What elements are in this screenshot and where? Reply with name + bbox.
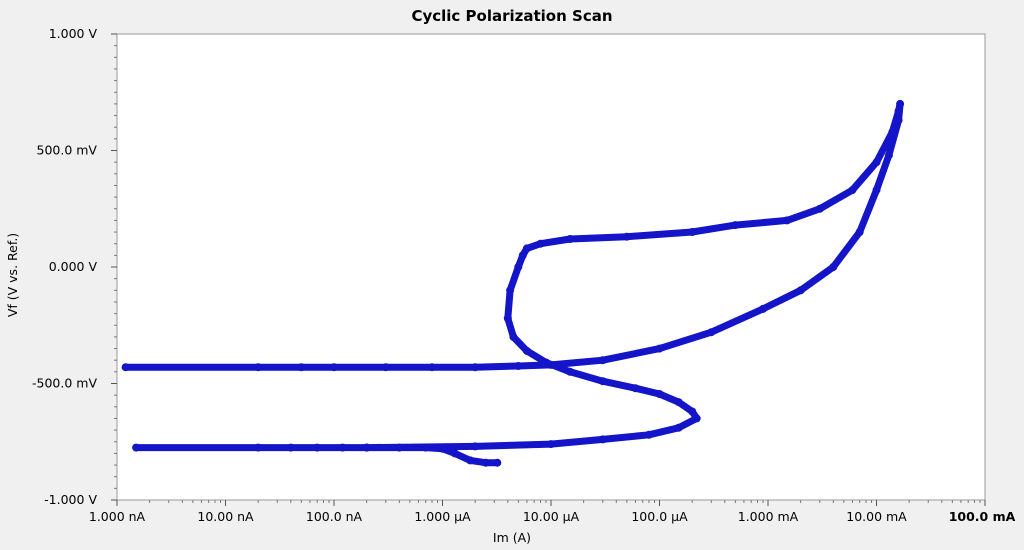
data-point <box>481 458 490 467</box>
data-point <box>707 328 716 337</box>
data-point <box>655 390 664 398</box>
data-point <box>381 363 390 372</box>
data-point <box>759 304 767 313</box>
x-tick-label: 1.000 mA <box>738 509 799 524</box>
data-point <box>598 435 607 444</box>
data-point <box>338 443 347 452</box>
data-point <box>254 443 263 452</box>
x-tick-label: 100.0 nA <box>306 509 363 524</box>
data-point <box>598 356 607 365</box>
data-point <box>566 367 575 376</box>
data-point <box>395 443 404 452</box>
data-point <box>506 286 515 295</box>
data-point <box>518 251 527 260</box>
data-point <box>598 377 607 386</box>
data-point <box>421 443 430 452</box>
data-point <box>522 346 531 355</box>
data-point <box>566 235 575 243</box>
y-tick-label: -1.000 V <box>44 492 97 507</box>
data-point <box>466 456 475 465</box>
data-point <box>313 443 322 452</box>
data-point <box>848 186 857 195</box>
data-point <box>796 286 805 295</box>
data-point <box>547 440 555 449</box>
data-point <box>829 263 838 271</box>
data-point <box>362 443 371 452</box>
x-tick-label: 1.000 µA <box>414 509 471 524</box>
data-point <box>855 228 864 236</box>
y-tick-label: 500.0 mV <box>37 143 98 158</box>
chart: Cyclic Polarization Scan 1.000 V 500.0 mV… <box>0 0 1024 550</box>
data-point <box>674 398 683 407</box>
chart-svg: Cyclic Polarization Scan 1.000 V 500.0 mV… <box>0 0 1024 550</box>
data-point <box>132 443 141 452</box>
data-point <box>509 332 518 341</box>
data-point <box>514 263 523 271</box>
data-point <box>731 221 740 230</box>
data-point <box>688 228 697 236</box>
data-point <box>330 363 338 372</box>
data-point <box>783 216 792 225</box>
data-point <box>674 423 683 432</box>
chart-title: Cyclic Polarization Scan <box>411 7 612 25</box>
data-point <box>688 407 697 416</box>
x-tick-label: 10.00 nA <box>197 509 254 524</box>
x-tick-label: 10.00 mA <box>846 509 907 524</box>
data-point <box>121 363 130 372</box>
y-tick-label: -500.0 mV <box>32 376 97 391</box>
data-point <box>297 363 306 372</box>
data-point <box>514 362 523 370</box>
data-point <box>438 444 447 453</box>
data-point <box>896 99 905 108</box>
data-point <box>522 244 531 253</box>
data-point <box>872 186 881 195</box>
data-point <box>254 363 263 372</box>
data-point <box>450 449 459 458</box>
x-tick-label: 10.00 µA <box>523 509 580 524</box>
data-point <box>536 239 545 248</box>
y-tick-label: 0.000 V <box>49 259 98 274</box>
x-axis-label: Im (A) <box>493 530 531 545</box>
data-point <box>547 360 555 369</box>
y-axis-label: Vf (V vs. Ref.) <box>5 233 20 317</box>
data-point <box>631 384 640 393</box>
data-point <box>884 151 893 160</box>
data-point <box>692 414 701 423</box>
data-point <box>286 443 295 452</box>
x-tick-label: 1.000 nA <box>89 509 146 524</box>
data-point <box>622 232 631 241</box>
data-point <box>872 158 881 167</box>
data-point <box>655 344 664 353</box>
data-point <box>645 430 653 439</box>
plot-area <box>116 33 986 501</box>
x-tick-label: 100.0 µA <box>631 509 688 524</box>
data-point <box>815 204 824 213</box>
data-point <box>503 314 512 323</box>
data-point <box>894 106 903 115</box>
data-point <box>428 363 436 372</box>
data-point <box>888 127 897 136</box>
data-point <box>471 442 480 451</box>
x-tick-label: 100.0 mA <box>949 509 1016 524</box>
data-point <box>493 458 502 467</box>
y-tick-label: 1.000 V <box>49 26 98 41</box>
data-point <box>894 116 903 125</box>
data-point <box>471 363 480 372</box>
